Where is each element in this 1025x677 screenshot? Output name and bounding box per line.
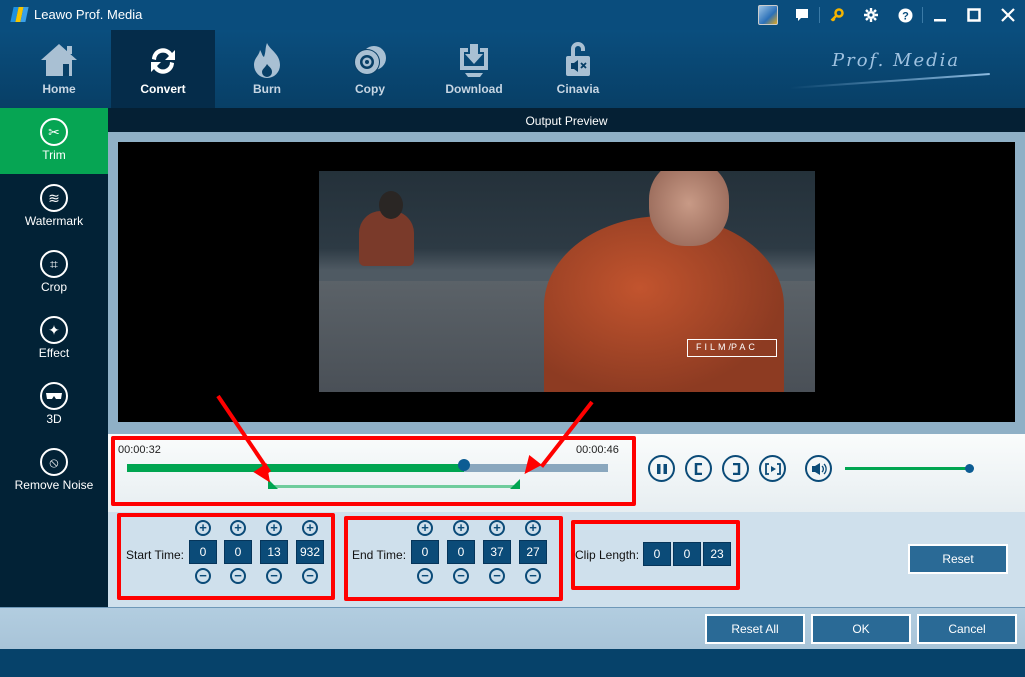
volume-slider-handle[interactable]: [965, 464, 974, 473]
question-icon[interactable]: ?: [888, 0, 922, 30]
video-scene-person: [649, 171, 729, 246]
volume-icon: [811, 462, 827, 475]
unlock-mute-icon: [526, 30, 630, 82]
window-controls: ?: [751, 0, 1025, 30]
convert-icon: [111, 30, 215, 82]
video-scene-person: [379, 191, 403, 219]
sidebar-item-label: Crop: [40, 280, 67, 294]
sidebar-item-remove-noise[interactable]: ⦸ Remove Noise: [0, 438, 108, 504]
app-logo-icon: [10, 7, 29, 22]
nav-home-label: Home: [42, 82, 76, 96]
sidebar-item-label: 3D: [46, 412, 62, 426]
close-button[interactable]: [991, 0, 1025, 30]
flame-icon: [215, 30, 319, 82]
disc-icon: [318, 30, 422, 82]
edit-sidebar: ✂ Trim ≋ Watermark ⌗ Crop ✦ Effect 3D ⦸ …: [0, 108, 108, 607]
preview-header: Output Preview: [108, 108, 1025, 132]
magic-wand-icon: ✦: [40, 316, 68, 344]
sidebar-item-3d[interactable]: 3D: [0, 372, 108, 438]
sidebar-item-crop[interactable]: ⌗ Crop: [0, 240, 108, 306]
crop-icon: ⌗: [40, 250, 68, 278]
video-scene-person: [544, 216, 784, 392]
volume-button[interactable]: [805, 455, 832, 482]
sidebar-item-effect[interactable]: ✦ Effect: [0, 306, 108, 372]
top-navigation: Home Convert Burn Copy Download Cinavia …: [0, 30, 1025, 108]
reset-all-button[interactable]: Reset All: [705, 614, 805, 644]
nav-cinavia-label: Cinavia: [556, 82, 600, 96]
sidebar-item-label: Trim: [42, 148, 66, 162]
volume-slider[interactable]: [845, 467, 969, 470]
chat-bubble-icon[interactable]: [785, 0, 819, 30]
download-icon: [422, 30, 526, 82]
pause-icon: [656, 463, 667, 474]
brand-logo: Prof. Media: [832, 50, 961, 71]
annotation-box-end-time: [344, 516, 563, 601]
play-segment-icon: [764, 462, 781, 475]
video-scene-person: [359, 211, 414, 266]
title-bar: Leawo Prof. Media ?: [0, 0, 1025, 30]
nav-home[interactable]: Home: [7, 30, 111, 108]
nav-cinavia[interactable]: Cinavia: [526, 30, 630, 108]
annotation-box-clip-length: [571, 520, 740, 590]
nav-download-label: Download: [445, 82, 503, 96]
nav-copy-label: Copy: [355, 82, 385, 96]
nav-download[interactable]: Download: [422, 30, 526, 108]
nav-burn-label: Burn: [253, 82, 281, 96]
scissors-icon: ✂: [40, 118, 68, 146]
dialog-footer: Reset All OK Cancel: [0, 607, 1025, 649]
nav-convert[interactable]: Convert: [111, 30, 215, 108]
sidebar-item-watermark[interactable]: ≋ Watermark: [0, 174, 108, 240]
minimize-button[interactable]: [923, 0, 957, 30]
sidebar-item-label: Effect: [38, 346, 70, 360]
ok-button[interactable]: OK: [811, 614, 911, 644]
key-icon[interactable]: [820, 0, 854, 30]
nav-copy[interactable]: Copy: [318, 30, 422, 108]
supports-badge-icon[interactable]: [751, 0, 785, 30]
status-bar: [0, 649, 1025, 677]
maximize-button[interactable]: [957, 0, 991, 30]
play-segment-button[interactable]: [759, 455, 786, 482]
brand-swoosh: [790, 73, 990, 89]
reset-button[interactable]: Reset: [908, 544, 1008, 574]
leawo-app-window: Leawo Prof. Media ? Home Convert Burn Co…: [0, 0, 1025, 677]
video-viewport: FILM/PAC: [118, 142, 1015, 422]
pause-button[interactable]: [648, 455, 675, 482]
noise-off-icon: ⦸: [40, 448, 68, 476]
watermark-text-right: PAC: [731, 342, 758, 352]
mark-in-button[interactable]: [685, 455, 712, 482]
svg-text:?: ?: [902, 10, 909, 22]
app-title: Leawo Prof. Media: [34, 7, 143, 22]
mark-out-button[interactable]: [722, 455, 749, 482]
annotation-box-start-time: [117, 513, 335, 600]
sidebar-item-trim[interactable]: ✂ Trim: [0, 108, 108, 174]
video-frame-image: FILM/PAC: [319, 171, 815, 392]
mark-in-icon: [694, 462, 702, 475]
cancel-button[interactable]: Cancel: [917, 614, 1017, 644]
sidebar-item-label: Remove Noise: [14, 478, 94, 492]
preview-frame: FILM/PAC: [108, 132, 1025, 434]
3d-glasses-icon: [40, 382, 68, 410]
mark-out-icon: [732, 462, 740, 475]
watermark-text-left: FILM: [696, 342, 729, 352]
waves-icon: ≋: [40, 184, 68, 212]
video-watermark: FILM/PAC: [687, 339, 777, 357]
nav-burn[interactable]: Burn: [215, 30, 319, 108]
gear-icon[interactable]: [854, 0, 888, 30]
sidebar-item-label: Watermark: [24, 214, 84, 228]
home-icon: [7, 30, 111, 82]
nav-convert-label: Convert: [140, 82, 186, 96]
